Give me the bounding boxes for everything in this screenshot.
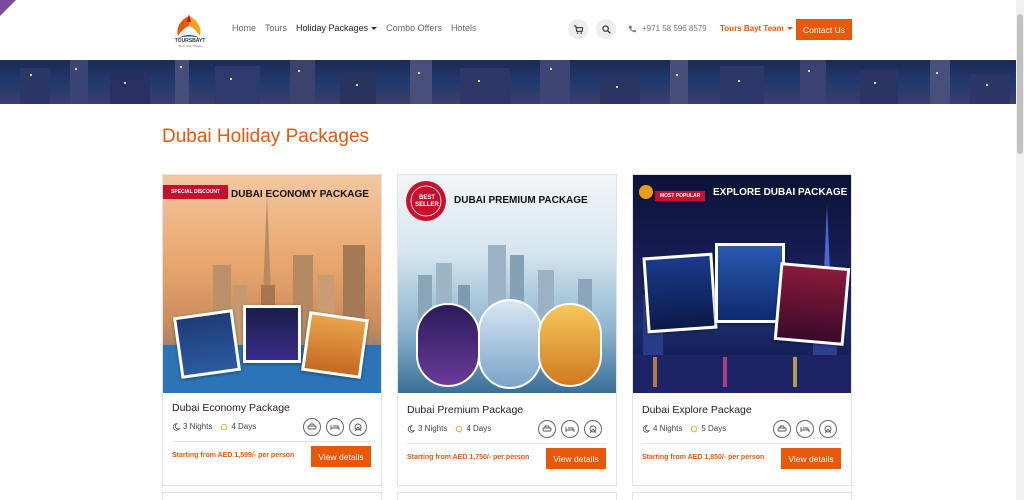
photo-desert-safari: [301, 311, 369, 379]
amenities: [773, 420, 837, 438]
view-details-button[interactable]: View details: [311, 446, 371, 467]
package-image[interactable]: BEST SELLER DUBAI PREMIUM PACKAGE: [398, 175, 616, 393]
image-title: EXPLORE DUBAI PACKAGE: [713, 187, 848, 198]
car-icon: [773, 420, 791, 438]
moon-icon: [642, 424, 650, 433]
car-icon: [303, 418, 321, 436]
logo-tagline: Tours and Travels: [178, 44, 202, 48]
search-icon: [601, 24, 611, 34]
cart-icon: [573, 24, 583, 34]
sun-icon: [221, 423, 228, 430]
image-title: DUBAI PREMIUM PACKAGE: [454, 195, 588, 206]
nights-count: 4 Nights: [653, 424, 683, 433]
moon-icon: [407, 424, 415, 433]
nav-tours[interactable]: Tours: [265, 23, 287, 33]
view-details-button[interactable]: View details: [781, 448, 841, 469]
package-card-next[interactable]: [162, 492, 382, 500]
photo-burj-khalifa: [478, 299, 542, 389]
photo-desert-safari: [538, 303, 602, 387]
sightseeing-icon: [584, 420, 602, 438]
page-scrollbar[interactable]: [1016, 0, 1024, 500]
cart-button[interactable]: [568, 19, 588, 39]
moon-icon: [172, 422, 180, 431]
package-duration: 4 Nights 5 Days: [642, 424, 726, 433]
hero-banner: [0, 60, 1016, 104]
package-card-economy[interactable]: SPECIAL DISCOUNT DUBAI ECONOMY PACKAGE D…: [162, 174, 382, 486]
nights-count: 3 Nights: [183, 422, 213, 431]
days-count: 5 Days: [701, 424, 727, 433]
chevron-down-icon: [786, 27, 793, 31]
package-image[interactable]: SPECIAL DISCOUNT DUBAI ECONOMY PACKAGE: [163, 175, 381, 393]
package-name[interactable]: Dubai Premium Package: [407, 404, 523, 416]
team-dropdown[interactable]: Tours Bayt Team: [720, 24, 793, 33]
sun-icon: [691, 425, 698, 432]
scrollbar-thumb[interactable]: [1017, 14, 1023, 154]
photo-dhow-cruise: [416, 303, 480, 387]
nav-holiday-packages[interactable]: Holiday Packages: [296, 23, 378, 33]
phone-icon: [628, 25, 636, 32]
car-icon: [538, 420, 556, 438]
nav-home[interactable]: Home: [232, 23, 256, 33]
most-popular-badge: MOST POPULAR: [655, 191, 706, 201]
sightseeing-icon: [819, 420, 837, 438]
sun-icon: [456, 425, 463, 432]
package-price: Starting from AED 1,599/- per person: [172, 452, 295, 459]
hotel-bed-icon: [561, 420, 579, 438]
card-divider: [642, 443, 842, 444]
site-header: TOURSBAYT Tours and Travels Home Tours H…: [0, 0, 1016, 60]
amenities: [303, 418, 367, 436]
card-divider: [172, 441, 372, 442]
package-price: Starting from AED 1,850/- per person: [642, 454, 765, 461]
package-price: Starting from AED 1,750/- per person: [407, 454, 530, 461]
hotel-bed-icon: [326, 418, 344, 436]
days-count: 4 Days: [231, 422, 257, 431]
nav-combo-offers[interactable]: Combo Offers: [386, 23, 442, 33]
package-card-next[interactable]: [397, 492, 617, 500]
card-divider: [407, 443, 607, 444]
nav-hotels[interactable]: Hotels: [451, 23, 477, 33]
sightseeing-icon: [349, 418, 367, 436]
amenities: [538, 420, 602, 438]
package-duration: 3 Nights 4 Days: [407, 424, 491, 433]
contact-us-button[interactable]: Contact Us: [796, 19, 852, 40]
package-card-explore[interactable]: MOST POPULAR EXPLORE DUBAI PACKAGE Dubai…: [632, 174, 852, 486]
photo-burj-khalifa: [172, 309, 242, 379]
phone-contact[interactable]: +971 58 596 8579: [628, 24, 707, 33]
package-name[interactable]: Dubai Explore Package: [642, 404, 752, 416]
section-title: Dubai Holiday Packages: [162, 126, 370, 147]
package-duration: 3 Nights 4 Days: [172, 422, 256, 431]
search-button[interactable]: [596, 19, 616, 39]
package-name[interactable]: Dubai Economy Package: [172, 402, 290, 414]
photo-dhow-cruise: [243, 305, 301, 363]
nights-count: 3 Nights: [418, 424, 448, 433]
hotel-bed-icon: [796, 420, 814, 438]
package-card-premium[interactable]: BEST SELLER DUBAI PREMIUM PACKAGE Dubai …: [397, 174, 617, 486]
best-seller-badge: BEST SELLER: [415, 195, 439, 208]
corner-flag: [0, 0, 16, 16]
package-card-next[interactable]: [632, 492, 852, 500]
chevron-down-icon: [371, 27, 378, 31]
photo-atlantis: [715, 243, 785, 323]
view-details-button[interactable]: View details: [546, 448, 606, 469]
team-label: Tours Bayt Team: [720, 24, 784, 33]
main-nav: Home Tours Holiday Packages Combo Offers…: [232, 23, 476, 33]
photo-museum-future: [773, 262, 851, 346]
nav-holiday-packages-label: Holiday Packages: [296, 23, 369, 33]
phone-number: +971 58 596 8579: [642, 24, 707, 33]
package-image[interactable]: MOST POPULAR EXPLORE DUBAI PACKAGE: [633, 175, 851, 393]
star-badge-icon: [639, 185, 653, 199]
photo-marina-night: [642, 252, 718, 334]
days-count: 4 Days: [466, 424, 492, 433]
